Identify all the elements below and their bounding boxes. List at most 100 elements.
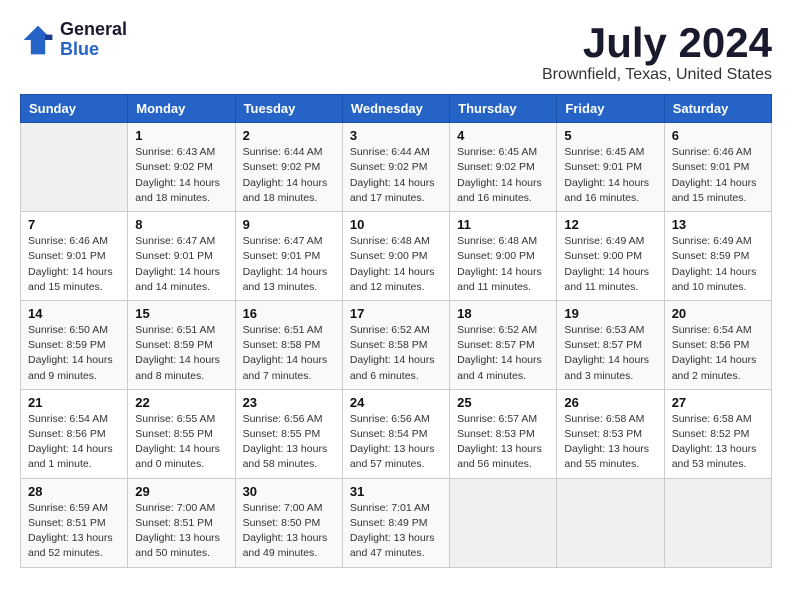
- day-number: 1: [135, 128, 227, 143]
- day-number: 29: [135, 484, 227, 499]
- calendar-cell: 13 Sunrise: 6:49 AMSunset: 8:59 PMDayligh…: [664, 212, 771, 301]
- calendar-cell: 31 Sunrise: 7:01 AMSunset: 8:49 PMDayligh…: [342, 478, 449, 567]
- day-number: 2: [243, 128, 335, 143]
- week-row-2: 7 Sunrise: 6:46 AMSunset: 9:01 PMDaylight…: [21, 212, 772, 301]
- day-number: 9: [243, 217, 335, 232]
- day-info: Sunrise: 7:01 AMSunset: 8:49 PMDaylight:…: [350, 501, 442, 562]
- calendar-cell: 12 Sunrise: 6:49 AMSunset: 9:00 PMDayligh…: [557, 212, 664, 301]
- calendar-cell: 11Sunrise: 6:48 AMSunset: 9:00 PMDayligh…: [450, 212, 557, 301]
- header-cell-sunday: Sunday: [21, 95, 128, 123]
- day-number: 18: [457, 306, 549, 321]
- calendar-cell: 17 Sunrise: 6:52 AMSunset: 8:58 PMDayligh…: [342, 300, 449, 389]
- day-number: 15: [135, 306, 227, 321]
- calendar-cell: 6 Sunrise: 6:46 AMSunset: 9:01 PMDaylight…: [664, 123, 771, 212]
- day-info: Sunrise: 6:45 AMSunset: 9:02 PMDaylight:…: [457, 145, 549, 206]
- day-info: Sunrise: 6:44 AMSunset: 9:02 PMDaylight:…: [350, 145, 442, 206]
- day-info: Sunrise: 6:46 AMSunset: 9:01 PMDaylight:…: [672, 145, 764, 206]
- day-number: 4: [457, 128, 549, 143]
- day-info: Sunrise: 6:44 AMSunset: 9:02 PMDaylight:…: [243, 145, 335, 206]
- day-number: 16: [243, 306, 335, 321]
- calendar-cell: 10 Sunrise: 6:48 AMSunset: 9:00 PMDayligh…: [342, 212, 449, 301]
- header-cell-friday: Friday: [557, 95, 664, 123]
- day-info: Sunrise: 6:58 AMSunset: 8:52 PMDaylight:…: [672, 412, 764, 473]
- calendar-cell: 28Sunrise: 6:59 AMSunset: 8:51 PMDayligh…: [21, 478, 128, 567]
- header-cell-monday: Monday: [128, 95, 235, 123]
- calendar-cell: 9 Sunrise: 6:47 AMSunset: 9:01 PMDaylight…: [235, 212, 342, 301]
- day-info: Sunrise: 6:52 AMSunset: 8:58 PMDaylight:…: [350, 323, 442, 384]
- header-cell-tuesday: Tuesday: [235, 95, 342, 123]
- week-row-1: 1 Sunrise: 6:43 AMSunset: 9:02 PMDaylight…: [21, 123, 772, 212]
- calendar-cell: 19Sunrise: 6:53 AMSunset: 8:57 PMDayligh…: [557, 300, 664, 389]
- calendar-cell: 1 Sunrise: 6:43 AMSunset: 9:02 PMDaylight…: [128, 123, 235, 212]
- week-row-5: 28Sunrise: 6:59 AMSunset: 8:51 PMDayligh…: [21, 478, 772, 567]
- day-info: Sunrise: 6:51 AMSunset: 8:58 PMDaylight:…: [243, 323, 335, 384]
- page-header: General Blue July 2024 Brownfield, Texas…: [20, 20, 772, 84]
- day-number: 23: [243, 395, 335, 410]
- day-info: Sunrise: 6:47 AMSunset: 9:01 PMDaylight:…: [243, 234, 335, 295]
- logo-text: General Blue: [60, 20, 127, 60]
- day-number: 17: [350, 306, 442, 321]
- day-info: Sunrise: 6:46 AMSunset: 9:01 PMDaylight:…: [28, 234, 120, 295]
- day-info: Sunrise: 6:49 AMSunset: 8:59 PMDaylight:…: [672, 234, 764, 295]
- calendar-cell: 30Sunrise: 7:00 AMSunset: 8:50 PMDayligh…: [235, 478, 342, 567]
- calendar-cell: [450, 478, 557, 567]
- calendar-cell: 29 Sunrise: 7:00 AMSunset: 8:51 PMDayligh…: [128, 478, 235, 567]
- calendar-cell: 5 Sunrise: 6:45 AMSunset: 9:01 PMDaylight…: [557, 123, 664, 212]
- calendar-cell: 2 Sunrise: 6:44 AMSunset: 9:02 PMDaylight…: [235, 123, 342, 212]
- day-info: Sunrise: 6:54 AMSunset: 8:56 PMDaylight:…: [28, 412, 120, 473]
- day-info: Sunrise: 6:56 AMSunset: 8:54 PMDaylight:…: [350, 412, 442, 473]
- calendar-cell: 27 Sunrise: 6:58 AMSunset: 8:52 PMDayligh…: [664, 389, 771, 478]
- calendar-cell: [557, 478, 664, 567]
- day-info: Sunrise: 6:48 AMSunset: 9:00 PMDaylight:…: [350, 234, 442, 295]
- title-area: July 2024 Brownfield, Texas, United Stat…: [542, 20, 772, 84]
- main-title: July 2024: [542, 20, 772, 66]
- day-number: 7: [28, 217, 120, 232]
- day-info: Sunrise: 6:45 AMSunset: 9:01 PMDaylight:…: [564, 145, 656, 206]
- day-number: 20: [672, 306, 764, 321]
- day-info: Sunrise: 6:57 AMSunset: 8:53 PMDaylight:…: [457, 412, 549, 473]
- day-number: 31: [350, 484, 442, 499]
- calendar-cell: 24 Sunrise: 6:56 AMSunset: 8:54 PMDayligh…: [342, 389, 449, 478]
- calendar-cell: 25 Sunrise: 6:57 AMSunset: 8:53 PMDayligh…: [450, 389, 557, 478]
- calendar-cell: 22Sunrise: 6:55 AMSunset: 8:55 PMDayligh…: [128, 389, 235, 478]
- day-number: 25: [457, 395, 549, 410]
- day-info: Sunrise: 7:00 AMSunset: 8:51 PMDaylight:…: [135, 501, 227, 562]
- day-info: Sunrise: 6:59 AMSunset: 8:51 PMDaylight:…: [28, 501, 120, 562]
- calendar-header: SundayMondayTuesdayWednesdayThursdayFrid…: [21, 95, 772, 123]
- calendar-cell: 23 Sunrise: 6:56 AMSunset: 8:55 PMDayligh…: [235, 389, 342, 478]
- subtitle: Brownfield, Texas, United States: [542, 66, 772, 84]
- day-info: Sunrise: 6:54 AMSunset: 8:56 PMDaylight:…: [672, 323, 764, 384]
- header-row: SundayMondayTuesdayWednesdayThursdayFrid…: [21, 95, 772, 123]
- day-info: Sunrise: 6:43 AMSunset: 9:02 PMDaylight:…: [135, 145, 227, 206]
- calendar-cell: 20 Sunrise: 6:54 AMSunset: 8:56 PMDayligh…: [664, 300, 771, 389]
- logo-general: General: [60, 20, 127, 40]
- day-number: 5: [564, 128, 656, 143]
- day-number: 24: [350, 395, 442, 410]
- calendar-cell: 15Sunrise: 6:51 AMSunset: 8:59 PMDayligh…: [128, 300, 235, 389]
- logo-icon: [20, 22, 56, 58]
- calendar-cell: 4 Sunrise: 6:45 AMSunset: 9:02 PMDaylight…: [450, 123, 557, 212]
- day-info: Sunrise: 6:49 AMSunset: 9:00 PMDaylight:…: [564, 234, 656, 295]
- day-info: Sunrise: 6:50 AMSunset: 8:59 PMDaylight:…: [28, 323, 120, 384]
- calendar-cell: 7 Sunrise: 6:46 AMSunset: 9:01 PMDaylight…: [21, 212, 128, 301]
- header-cell-saturday: Saturday: [664, 95, 771, 123]
- calendar-cell: 26Sunrise: 6:58 AMSunset: 8:53 PMDayligh…: [557, 389, 664, 478]
- day-number: 6: [672, 128, 764, 143]
- day-info: Sunrise: 6:55 AMSunset: 8:55 PMDaylight:…: [135, 412, 227, 473]
- day-info: Sunrise: 7:00 AMSunset: 8:50 PMDaylight:…: [243, 501, 335, 562]
- calendar-cell: 21 Sunrise: 6:54 AMSunset: 8:56 PMDayligh…: [21, 389, 128, 478]
- day-number: 3: [350, 128, 442, 143]
- day-number: 10: [350, 217, 442, 232]
- logo-blue: Blue: [60, 40, 127, 60]
- day-info: Sunrise: 6:58 AMSunset: 8:53 PMDaylight:…: [564, 412, 656, 473]
- day-number: 13: [672, 217, 764, 232]
- day-number: 12: [564, 217, 656, 232]
- day-number: 11: [457, 217, 549, 232]
- header-cell-thursday: Thursday: [450, 95, 557, 123]
- day-number: 27: [672, 395, 764, 410]
- day-number: 19: [564, 306, 656, 321]
- day-number: 21: [28, 395, 120, 410]
- header-cell-wednesday: Wednesday: [342, 95, 449, 123]
- day-info: Sunrise: 6:56 AMSunset: 8:55 PMDaylight:…: [243, 412, 335, 473]
- calendar-cell: 14Sunrise: 6:50 AMSunset: 8:59 PMDayligh…: [21, 300, 128, 389]
